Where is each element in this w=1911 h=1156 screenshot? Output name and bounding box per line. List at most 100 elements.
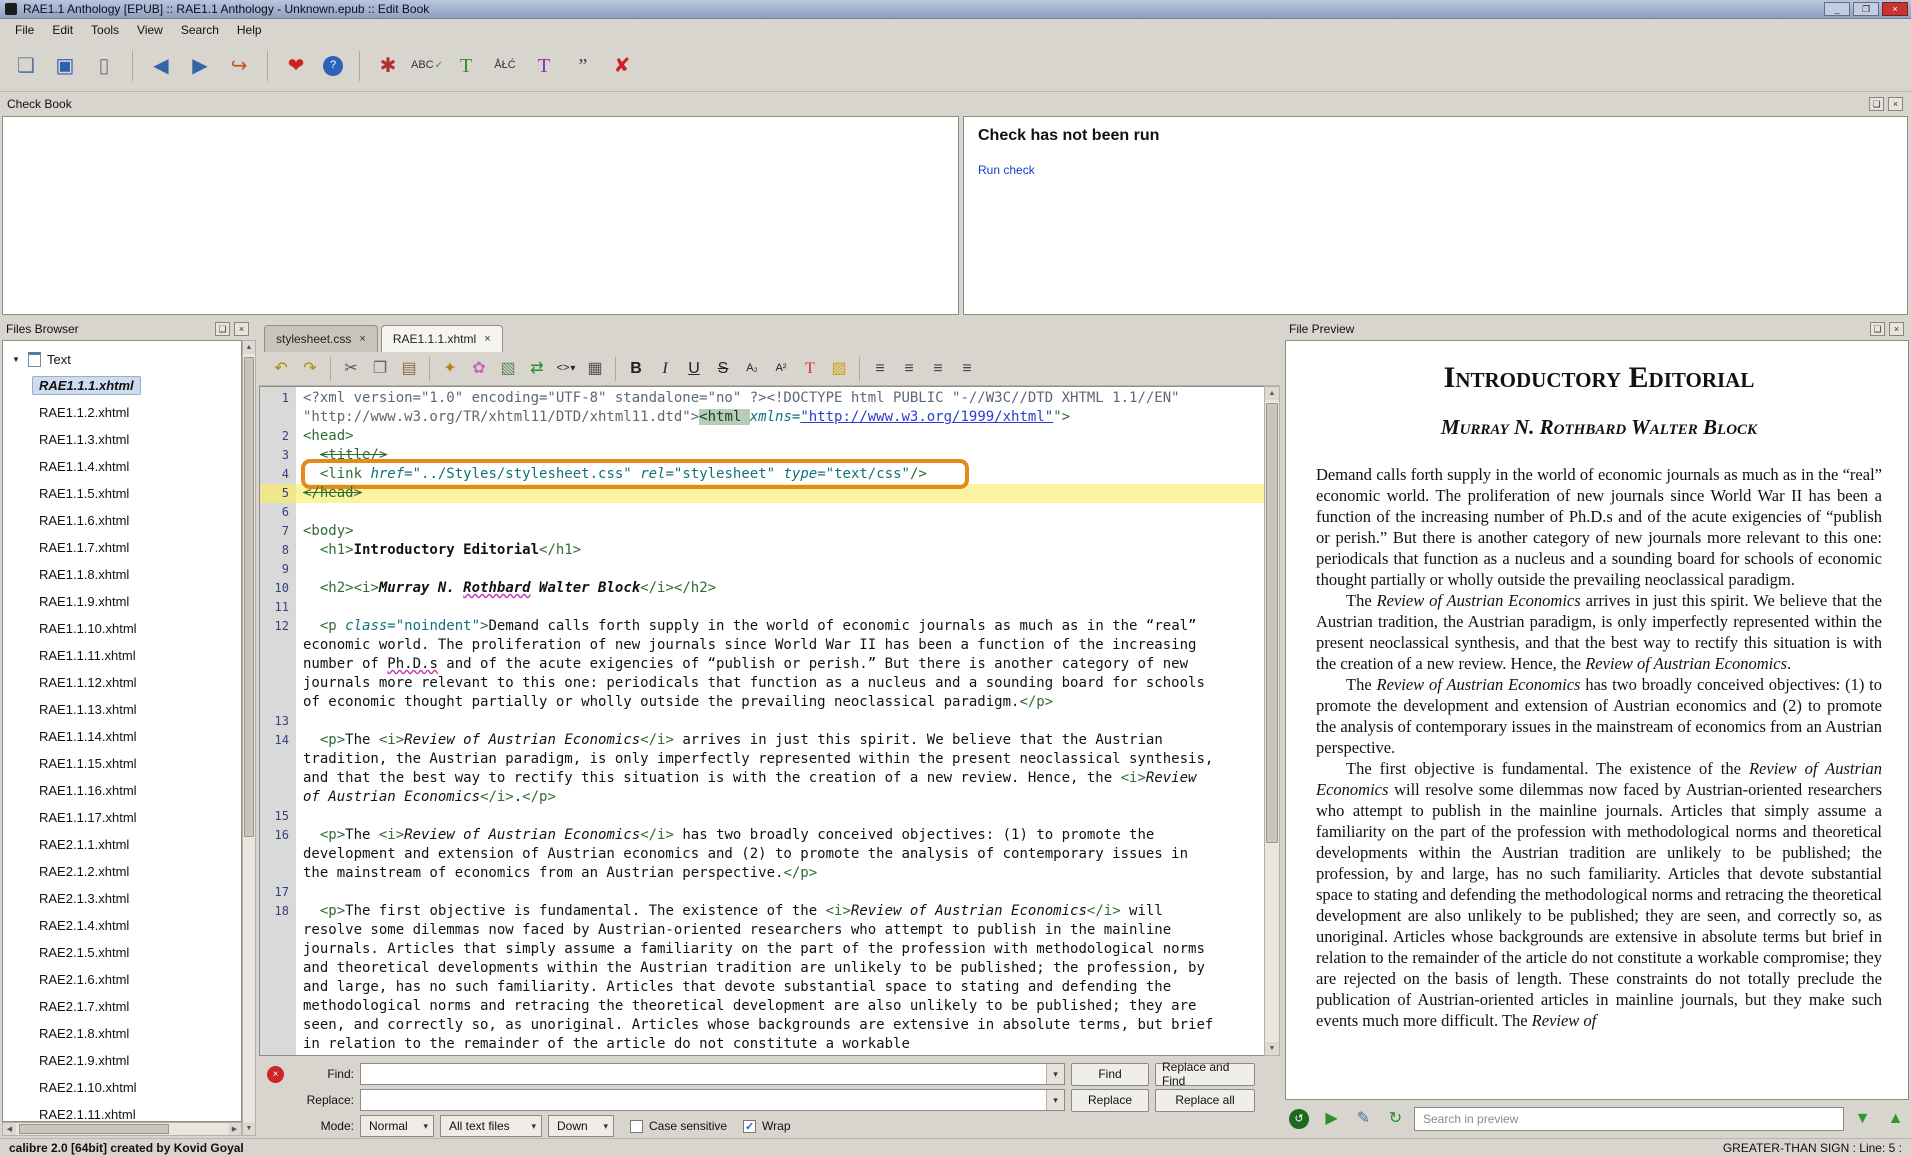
minimize-button[interactable]: _ [1824,2,1850,16]
arrows-icon[interactable]: ⇄ [524,356,550,382]
strikethrough-icon[interactable]: S [710,356,736,382]
bee-icon[interactable]: ✦ [437,356,463,382]
find-button[interactable]: Find [1071,1062,1149,1086]
file-item[interactable]: RAE1.1.6.xhtml [3,507,241,534]
file-item[interactable]: RAE1.1.12.xhtml [3,669,241,696]
flower-icon[interactable]: ✿ [466,356,492,382]
check-book-icon[interactable]: ✱ [372,50,404,82]
file-item[interactable]: RAE1.1.16.xhtml [3,777,241,804]
replace-and-find-button[interactable]: Replace and Find [1155,1060,1255,1088]
file-item[interactable]: RAE1.1.8.xhtml [3,561,241,588]
tab-stylesheet.css[interactable]: stylesheet.css × [264,325,378,352]
file-item[interactable]: RAE1.1.5.xhtml [3,480,241,507]
file-item[interactable]: RAE1.1.14.xhtml [3,723,241,750]
scroll-down-icon[interactable]: ▼ [1265,1042,1279,1055]
insert-table-icon[interactable]: ▦ [582,356,608,382]
scrollbar-thumb[interactable] [1266,403,1278,843]
maximize-button[interactable]: ❐ [1853,2,1879,16]
help-icon[interactable]: ? [323,55,343,76]
refresh-preview-icon[interactable]: ↻ [1382,1106,1409,1133]
file-item[interactable]: RAE1.1.1.xhtml [3,372,241,399]
menu-item-search[interactable]: Search [172,21,228,39]
fix-html-icon[interactable]: T [528,50,560,82]
scrollbar-thumb[interactable] [19,1124,169,1134]
file-item[interactable]: RAE2.1.11.xhtml [3,1101,241,1121]
align-left-icon[interactable]: ≡ [867,356,893,382]
align-right-icon[interactable]: ≡ [925,356,951,382]
quill-icon[interactable]: ✎ [1350,1106,1377,1133]
file-item[interactable]: RAE1.1.10.xhtml [3,615,241,642]
forward-icon[interactable]: ▶ [184,50,216,82]
tab-RAE1.1.1.xhtml[interactable]: RAE1.1.1.xhtml × [380,325,503,352]
file-item[interactable]: RAE1.1.3.xhtml [3,426,241,453]
spell-check-icon[interactable]: ABC ✓ [411,50,443,82]
files-scrollbar[interactable]: ▲ ▼ [242,340,256,1136]
file-item[interactable]: RAE2.1.8.xhtml [3,1020,241,1047]
insert-special-character-icon[interactable]: T [450,50,482,82]
dropdown-icon[interactable]: ▾ [1046,1090,1064,1110]
scope-select[interactable]: All text files ▾ [440,1115,542,1137]
case-sensitive-checkbox[interactable] [630,1119,643,1133]
fill-color-icon[interactable]: ▨ [826,356,852,382]
replace-button[interactable]: Replace [1071,1088,1149,1112]
wrap-checkbox[interactable]: ✓ [743,1119,757,1133]
book-icon[interactable]: ▯ [88,50,120,82]
replace-input[interactable]: ▾ [360,1089,1065,1111]
jump-icon[interactable]: ↪ [223,50,255,82]
file-item[interactable]: RAE1.1.11.xhtml [3,642,241,669]
insert-tag-icon[interactable]: <> ▾ [553,356,579,382]
scroll-up-icon[interactable]: ▲ [243,341,255,354]
direction-select[interactable]: Down ▾ [548,1115,614,1137]
float-panel-icon[interactable]: ❏ [1869,97,1884,111]
file-item[interactable]: RAE1.1.15.xhtml [3,750,241,777]
bold-icon[interactable]: B [623,356,649,382]
mode-select[interactable]: Normal ▾ [360,1115,434,1137]
file-item[interactable]: RAE2.1.4.xhtml [3,912,241,939]
menu-item-help[interactable]: Help [228,21,271,39]
file-item[interactable]: RAE2.1.1.xhtml [3,831,241,858]
auto-reload-icon[interactable]: ↺ [1289,1109,1309,1129]
menu-item-view[interactable]: View [128,21,172,39]
text-color-icon[interactable]: T [797,356,823,382]
file-item[interactable]: RAE2.1.5.xhtml [3,939,241,966]
dropdown-icon[interactable]: ▾ [1046,1064,1064,1084]
close-tab-icon[interactable]: × [359,333,365,345]
file-item[interactable]: RAE2.1.10.xhtml [3,1074,241,1101]
float-panel-icon[interactable]: ❏ [215,322,230,336]
remove-unused-css-icon[interactable]: ✘ [606,50,638,82]
close-panel-icon[interactable]: × [234,322,249,336]
cut-icon[interactable]: ✂ [338,356,364,382]
file-item[interactable]: RAE1.1.13.xhtml [3,696,241,723]
smarten-punctuation-icon[interactable]: ” [567,50,599,82]
file-item[interactable]: RAE1.1.4.xhtml [3,453,241,480]
find-next-preview-icon[interactable]: ▼ [1849,1106,1876,1133]
code-editor[interactable]: 1 <?xml version="1.0" encoding="UTF-8" st… [259,386,1264,1056]
scroll-down-icon[interactable]: ▼ [243,1122,255,1135]
underline-icon[interactable]: U [681,356,707,382]
donate-icon[interactable]: ❤ [280,50,312,82]
subscript-icon[interactable]: A₂ [739,356,765,382]
file-item[interactable]: RAE2.1.7.xhtml [3,993,241,1020]
close-tab-icon[interactable]: × [484,333,490,345]
menu-item-edit[interactable]: Edit [43,21,82,39]
add-file-icon[interactable]: ❏ [10,50,42,82]
redo-icon[interactable]: ↷ [297,356,323,382]
insert-image-icon[interactable]: ▧ [495,356,521,382]
tree-expand-icon[interactable]: ▼ [12,355,22,364]
superscript-icon[interactable]: A² [768,356,794,382]
run-check-link[interactable]: Run check [978,163,1035,177]
preview-search-input[interactable]: Search in preview [1414,1107,1844,1131]
editor-scrollbar[interactable]: ▲ ▼ [1264,386,1280,1056]
close-find-icon[interactable]: × [267,1065,284,1083]
scroll-right-icon[interactable]: ▶ [228,1123,241,1135]
save-icon[interactable]: ▣ [49,50,81,82]
file-item[interactable]: RAE1.1.7.xhtml [3,534,241,561]
file-item[interactable]: RAE2.1.6.xhtml [3,966,241,993]
replace-all-button[interactable]: Replace all [1155,1088,1255,1112]
find-input[interactable]: ▾ [360,1063,1065,1085]
undo-icon[interactable]: ↶ [268,356,294,382]
file-item[interactable]: RAE2.1.2.xhtml [3,858,241,885]
close-panel-icon[interactable]: × [1888,97,1903,111]
scroll-left-icon[interactable]: ◀ [3,1123,16,1135]
change-case-icon[interactable]: ÅŁĆ [489,50,521,82]
